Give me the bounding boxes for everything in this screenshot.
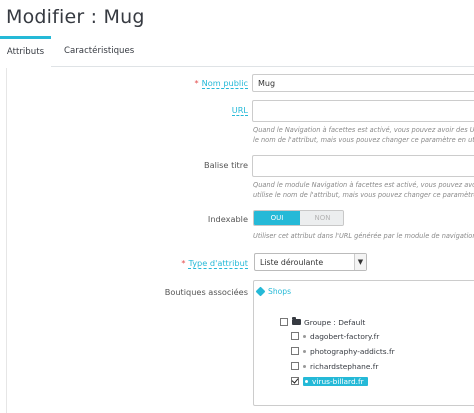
indexable-off-option[interactable]: NON: [300, 211, 343, 225]
type-attribut-select[interactable]: Liste déroulante ▼: [254, 253, 367, 271]
indexable-label: Indexable: [207, 214, 248, 224]
nom-public-input[interactable]: Mug: [252, 74, 474, 92]
nom-public-label-text: Nom public: [201, 78, 248, 89]
shop-row: photography-addicts.fr: [291, 346, 395, 358]
shop-checkbox-checked[interactable]: [291, 377, 299, 385]
tag-icon: [255, 286, 266, 297]
shop-checkbox[interactable]: [291, 347, 299, 355]
shops-tree: Shops Groupe : Default dagobert-factory.…: [253, 280, 474, 406]
shop-row: dagobert-factory.fr: [291, 331, 379, 343]
shop-label: virus-billard.fr: [312, 377, 364, 386]
required-marker: *: [194, 78, 199, 88]
shop-bullet-icon: [303, 350, 306, 353]
url-help-line-1: Quand le Navigation à facettes est activ…: [253, 126, 474, 134]
form-panel: * Nom public Mug URL Quand le Navigation …: [6, 68, 474, 413]
group-row: Groupe : Default: [280, 317, 365, 329]
shop-row: richardstephane.fr: [291, 361, 378, 373]
shops-header-label: Shops: [268, 287, 292, 296]
shop-checkbox[interactable]: [291, 332, 299, 340]
url-help-line-2: le nom de l'attribut, mais vous pouvez c…: [253, 136, 474, 144]
url-label: URL: [231, 105, 248, 116]
shop-checkbox[interactable]: [291, 362, 299, 370]
shop-label: dagobert-factory.fr: [310, 332, 380, 341]
boutiques-label: Boutiques associées: [164, 287, 248, 297]
type-attribut-label: * Type d'attribut: [181, 258, 248, 269]
indexable-on-option[interactable]: OUI: [254, 211, 300, 225]
shop-selected-label[interactable]: virus-billard.fr: [303, 377, 368, 386]
balise-titre-label: Balise titre: [203, 160, 248, 170]
chevron-down-icon: ▼: [354, 254, 366, 270]
page-title: Modifier : Mug: [6, 6, 145, 28]
required-marker: *: [181, 258, 186, 268]
shop-bullet-icon: [305, 380, 308, 383]
shop-label: photography-addicts.fr: [310, 347, 395, 356]
indexable-toggle[interactable]: OUI NON: [253, 210, 344, 226]
nom-public-label: * Nom public: [194, 78, 248, 89]
type-attribut-selected: Liste déroulante: [260, 258, 324, 267]
group-label: Groupe : Default: [304, 318, 366, 327]
balise-titre-help-line-1: Quand le module Navigation à facettes es…: [253, 181, 474, 189]
indexable-help: Utiliser cet attribut dans l'URL générée…: [253, 232, 474, 240]
tab-attributs[interactable]: Attributs: [0, 36, 51, 67]
url-label-text: URL: [231, 105, 248, 116]
folder-open-icon: [292, 317, 301, 325]
balise-titre-help-line-2: utilise le nom de l'attribut, mais vous …: [253, 191, 474, 199]
type-attribut-label-text: Type d'attribut: [188, 258, 248, 269]
shop-label: richardstephane.fr: [310, 362, 379, 371]
balise-titre-input[interactable]: [252, 155, 474, 177]
tab-bar: Attributs Caractéristiques: [0, 36, 474, 67]
tab-caracteristiques[interactable]: Caractéristiques: [64, 36, 134, 67]
group-checkbox[interactable]: [280, 318, 288, 326]
shop-bullet-icon: [303, 365, 306, 368]
shop-row-selected: virus-billard.fr: [291, 376, 368, 388]
shops-header[interactable]: Shops: [255, 286, 292, 297]
shop-bullet-icon: [303, 335, 306, 338]
url-input[interactable]: [252, 100, 474, 122]
